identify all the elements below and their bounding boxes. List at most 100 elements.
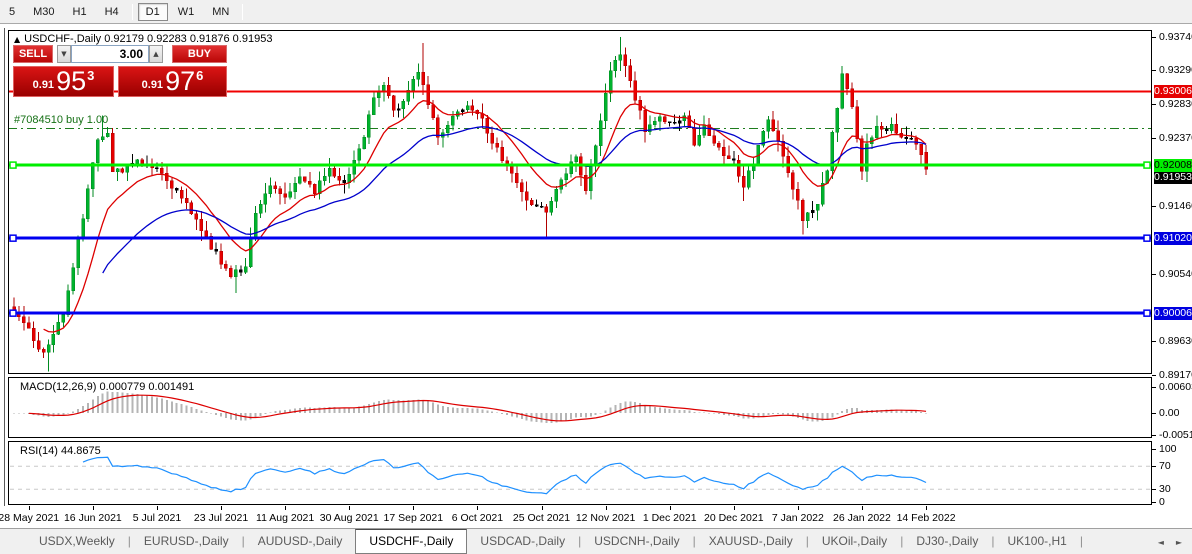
chart-tab-ukoil[interactable]: UKOil-,Daily [809, 529, 900, 554]
rsi-label: RSI(14) 44.8675 [20, 445, 101, 457]
volume-decrease-button[interactable]: ▼ [57, 45, 71, 63]
timeframe-button-5[interactable]: 5 [1, 3, 23, 21]
price-tick-label: 0.93740 [1159, 31, 1192, 43]
price-tick-label: 0.92370 [1159, 132, 1192, 145]
macd-tick [1152, 413, 1156, 414]
chart-tabs: USDX,Weekly | EURUSD-,Daily | AUDUSD-,Daily U… [26, 529, 1083, 554]
date-tick [221, 506, 223, 510]
timeframe-button-m30[interactable]: M30 [25, 3, 62, 21]
date-label: 6 Oct 2021 [451, 512, 504, 524]
price-level-badge: 0.92008 [1154, 158, 1192, 172]
rsi-indicator-pane[interactable] [8, 441, 1152, 505]
open-position-label: #7084510 buy 1.00 [14, 114, 109, 126]
chart-tab-eurusd[interactable]: EURUSD-,Daily [131, 529, 242, 554]
date-label: 25 Oct 2021 [512, 512, 571, 524]
chart-tab-audusd[interactable]: AUDUSD-,Daily [245, 529, 356, 554]
date-label: 14 Feb 2022 [896, 512, 956, 524]
chart-tab-bar: USDX,Weekly | EURUSD-,Daily | AUDUSD-,Daily U… [0, 528, 1192, 554]
sell-price-button[interactable]: 0.91 95 3 [13, 66, 114, 97]
buy-button[interactable]: BUY [172, 45, 227, 63]
buy-price-big: 97 [165, 66, 196, 96]
date-tick [669, 506, 671, 510]
price-tick [1152, 104, 1156, 106]
chart-ohlc-values: 0.92179 0.92283 0.91876 0.91953 [104, 33, 273, 45]
chart-collapse-icon[interactable]: ▲ [14, 35, 20, 44]
rsi-tick-label: 70 [1159, 460, 1171, 473]
buy-price-sup: 6 [196, 68, 204, 83]
date-scale[interactable]: 28 May 2021 16 Jun 2021 5 Jul 2021 23 Jul 2… [0, 505, 1152, 527]
chart-tab-usdchf[interactable]: USDCHF-,Daily [355, 529, 468, 554]
date-label: 5 Jul 2021 [132, 512, 182, 524]
volume-increase-button[interactable]: ▲ [149, 45, 163, 63]
tabs-scroll-left-icon[interactable]: ◄ [1158, 538, 1164, 547]
date-label: 26 Jan 2022 [833, 512, 891, 524]
price-tick-label: 0.89630 [1159, 334, 1192, 347]
toolbar-separator [131, 3, 133, 20]
toolbar-separator [242, 3, 244, 20]
chart-tab-usdcad[interactable]: USDCAD-,Daily [467, 529, 578, 554]
price-tick-label: 0.92830 [1159, 98, 1192, 111]
date-tick [733, 506, 735, 510]
rsi-tick [1152, 502, 1156, 503]
rsi-tick-label: 100 [1159, 443, 1177, 455]
price-tick-label: 0.91460 [1159, 199, 1192, 212]
date-tick [477, 506, 479, 510]
tab-scroll-arrows: ◄ ► [1158, 529, 1182, 554]
date-tick [541, 506, 543, 510]
rsi-tick [1152, 466, 1156, 468]
chart-tab-xauusd[interactable]: XAUUSD-,Daily [696, 529, 806, 554]
chart-title-text: USDCHF-,Daily [24, 33, 102, 45]
date-label: 17 Sep 2021 [383, 512, 444, 524]
price-tick [1152, 273, 1156, 275]
sell-price-big: 95 [56, 66, 87, 96]
price-level-badge: 0.90006 [1154, 306, 1192, 320]
timeframe-button-h4[interactable]: H4 [97, 3, 127, 21]
macd-tick [1152, 386, 1156, 388]
timeframe-button-h1[interactable]: H1 [65, 3, 95, 21]
price-level-badge: 0.91020 [1154, 231, 1192, 245]
macd-tick-label: 0.006034 [1159, 380, 1192, 393]
chart-tab-uk100[interactable]: UK100-,H1 [994, 529, 1079, 554]
sell-button[interactable]: SELL [13, 45, 53, 63]
tab-separator: | [1079, 534, 1083, 548]
timeframe-button-w1[interactable]: W1 [170, 3, 203, 21]
price-tick [1152, 37, 1156, 38]
chart-tab-usdx[interactable]: USDX,Weekly [26, 529, 128, 554]
chart-tab-usdcnh[interactable]: USDCNH-,Daily [581, 529, 692, 554]
date-label: 23 Jul 2021 [193, 512, 249, 524]
date-tick [349, 506, 351, 510]
date-tick [156, 506, 158, 510]
price-tick [1152, 374, 1156, 376]
rsi-tick-label: 0 [1159, 496, 1165, 508]
timeframe-button-d1[interactable]: D1 [137, 2, 168, 21]
tabs-scroll-right-icon[interactable]: ► [1176, 538, 1182, 547]
rsi-tick-label: 30 [1159, 483, 1171, 496]
metatrader-window: 5M30H1H4 D1W1MN 0.93740 0.93290 0.92830 0.92… [0, 0, 1192, 554]
price-tick-label: 0.89170 [1159, 368, 1192, 381]
rsi-tick [1152, 449, 1156, 450]
date-tick [605, 506, 607, 510]
date-tick [28, 506, 30, 510]
buy-price-button[interactable]: 0.91 97 6 [118, 66, 227, 97]
sell-price-prefix: 0.91 [32, 79, 55, 91]
date-label: 30 Aug 2021 [319, 512, 379, 524]
timeframe-toolbar: 5 M30 H1 H4 D1 W1 MN [0, 0, 1192, 24]
spin-up-icon: ▲ [153, 50, 159, 58]
price-tick-label: 0.90540 [1159, 267, 1192, 280]
chart-tab-dj30[interactable]: DJ30-,Daily [903, 529, 991, 554]
date-label: 7 Jan 2022 [771, 512, 824, 524]
volume-input[interactable]: 3.00 [71, 45, 149, 63]
date-label: 11 Aug 2021 [256, 512, 315, 524]
timeframe-button-mn[interactable]: MN [204, 3, 237, 21]
date-label: 20 Dec 2021 [703, 512, 764, 524]
date-tick [92, 506, 94, 510]
macd-tick-label: -0.005156 [1159, 429, 1192, 442]
date-tick [926, 506, 928, 510]
rsi-tick [1152, 489, 1156, 491]
current-price-badge: 0.91953 [1154, 171, 1192, 185]
price-scale[interactable]: 0.93740 0.93290 0.92830 0.92370 0.91460 0.905… [1152, 28, 1192, 508]
buy-price-prefix: 0.91 [141, 79, 164, 91]
sell-price-sup: 3 [87, 68, 95, 83]
price-tick [1152, 340, 1156, 342]
chart-title: ▲ USDCHF-,Daily 0.92179 0.92283 0.91876 0… [14, 33, 272, 45]
